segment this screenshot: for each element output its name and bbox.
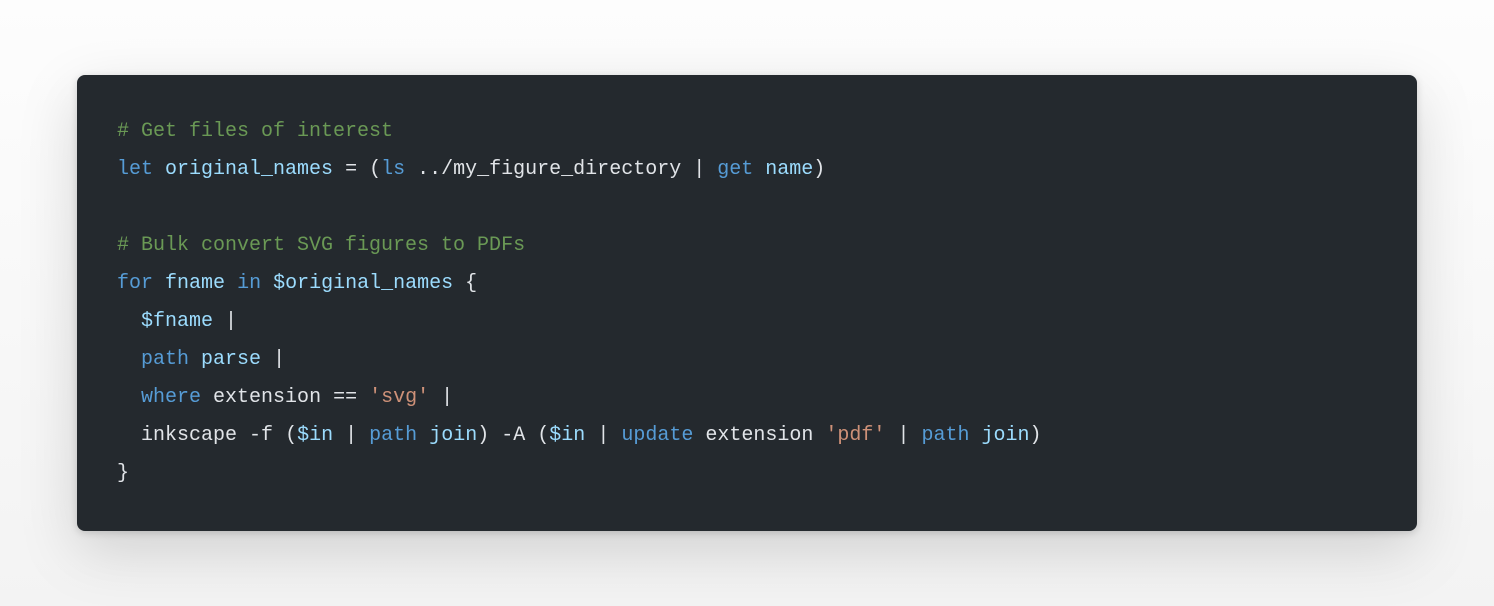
token-rparen: ) bbox=[1030, 424, 1042, 447]
token-eq: = bbox=[345, 158, 357, 181]
token-name: name bbox=[765, 158, 813, 181]
token-lparen: ( bbox=[537, 424, 549, 447]
token-eqeq: == bbox=[333, 386, 357, 409]
code-comment: # Bulk convert SVG figures to PDFs bbox=[117, 234, 525, 257]
token-lparen: ( bbox=[285, 424, 297, 447]
token-extension-word: extension bbox=[213, 386, 321, 409]
token-rbrace: } bbox=[117, 462, 129, 485]
token-string-svg: 'svg' bbox=[369, 386, 429, 409]
token-pipe: | bbox=[273, 348, 285, 371]
token-join: join bbox=[429, 424, 477, 447]
token-path-literal: ../my_figure_directory bbox=[417, 158, 681, 181]
token-in-var: $in bbox=[297, 424, 333, 447]
token-var-original-names: original_names bbox=[165, 158, 333, 181]
token-inkscape: inkscape bbox=[141, 424, 237, 447]
token-pipe: | bbox=[897, 424, 909, 447]
token-pipe: | bbox=[345, 424, 357, 447]
token-path: path bbox=[369, 424, 417, 447]
code-block: # Get files of interest let original_nam… bbox=[77, 75, 1417, 531]
token-parse: parse bbox=[201, 348, 261, 371]
token-path: path bbox=[141, 348, 189, 371]
token-flag-a: -A bbox=[501, 424, 525, 447]
token-extension-word: extension bbox=[705, 424, 813, 447]
token-var-ref: $original_names bbox=[273, 272, 453, 295]
token-rparen: ) bbox=[477, 424, 489, 447]
token-pipe: | bbox=[225, 310, 237, 333]
token-pipe: | bbox=[441, 386, 453, 409]
token-path: path bbox=[921, 424, 969, 447]
token-for: for bbox=[117, 272, 153, 295]
token-lbrace: { bbox=[465, 272, 477, 295]
token-fname: fname bbox=[165, 272, 225, 295]
token-in: in bbox=[237, 272, 261, 295]
token-rparen: ) bbox=[813, 158, 825, 181]
token-pipe: | bbox=[597, 424, 609, 447]
token-join: join bbox=[982, 424, 1030, 447]
token-pipe: | bbox=[693, 158, 705, 181]
token-in-var: $in bbox=[549, 424, 585, 447]
token-where: where bbox=[141, 386, 201, 409]
token-lparen: ( bbox=[369, 158, 381, 181]
token-let: let bbox=[117, 158, 153, 181]
token-flag-f: -f bbox=[249, 424, 273, 447]
token-string-pdf: 'pdf' bbox=[825, 424, 885, 447]
token-get: get bbox=[717, 158, 753, 181]
code-comment: # Get files of interest bbox=[117, 120, 393, 143]
token-update: update bbox=[621, 424, 693, 447]
token-ls: ls bbox=[381, 158, 405, 181]
token-fname-ref: $fname bbox=[141, 310, 213, 333]
